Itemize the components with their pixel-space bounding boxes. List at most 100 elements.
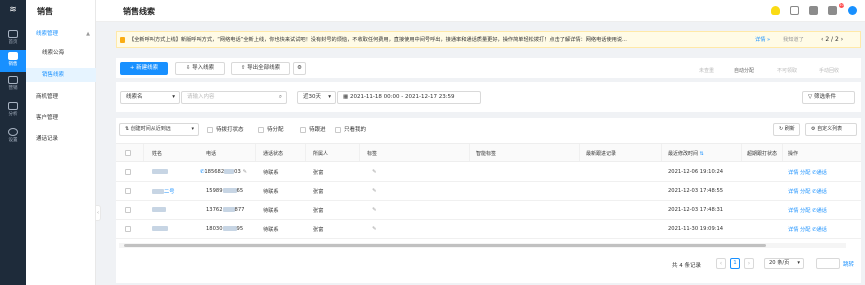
quick-filter-mine[interactable]: 只看我的 [335, 125, 366, 133]
col-name[interactable]: 姓名 [152, 150, 162, 157]
quick-filter-unassigned[interactable]: 待分配 [258, 125, 284, 133]
page-size-select[interactable]: 20 条/页 ▾ [764, 258, 804, 269]
new-lead-button[interactable]: + 新建线索 [120, 62, 168, 75]
quick-filter-pending-call[interactable]: 待拨打状态 [207, 125, 244, 133]
avatar[interactable] [848, 6, 857, 15]
message-icon[interactable] [809, 6, 818, 15]
edit-tags-icon[interactable]: ✎ [372, 169, 376, 175]
edit-tags-icon[interactable]: ✎ [372, 188, 376, 194]
notice-details-link[interactable]: 详情 » [755, 36, 770, 43]
call-link[interactable]: ✆通话 [812, 170, 827, 176]
filter-conditions-button[interactable]: ▽ 筛选条件 [802, 91, 855, 104]
goto-page-button[interactable]: 跳转 [843, 260, 854, 268]
next-icon[interactable]: › [841, 36, 843, 43]
owner: 张富 [313, 208, 324, 214]
submenu-item-lead-pool[interactable]: 线索公海 [26, 46, 96, 60]
submenu-item-call-records[interactable]: 通话记录 [26, 132, 96, 146]
assign-link[interactable]: 分配 [800, 189, 810, 195]
assign-link[interactable]: 分配 [800, 170, 810, 176]
rail-item-sales[interactable]: 销售 [0, 50, 26, 72]
lead-phone: 18030 95 [206, 226, 244, 232]
next-page-button[interactable]: › [744, 258, 754, 269]
details-link[interactable]: 详情 [788, 170, 798, 176]
notice-dismiss-link[interactable]: 我知道了 [783, 36, 804, 43]
task-icon[interactable] [790, 6, 799, 15]
submenu-item-opportunities[interactable]: 商机管理 [26, 90, 96, 104]
checkbox[interactable] [258, 126, 264, 133]
date-range-input[interactable]: ▦ 2021-11-18 00:00 - 2021-12-17 23:59 [337, 91, 481, 104]
edit-tags-icon[interactable]: ✎ [372, 207, 376, 213]
assign-link[interactable]: 分配 [800, 227, 810, 233]
lead-name-link[interactable]: 二号 [152, 188, 174, 195]
rail-item-settings[interactable]: 设置 [0, 126, 26, 148]
submenu-item-customers[interactable]: 客户管理 [26, 111, 96, 125]
notification-icon[interactable] [828, 6, 837, 15]
phone-icon [8, 52, 18, 60]
details-link[interactable]: 详情 [788, 189, 798, 195]
col-latest-follow[interactable]: 最新跟进记录 [586, 150, 616, 157]
col-overdue-status[interactable]: 超期跟打状态 [747, 150, 777, 157]
app-logo-icon: ≋ [9, 5, 17, 15]
lead-name-link[interactable] [152, 207, 166, 213]
col-smart-tags[interactable]: 智能标签 [476, 150, 496, 157]
call-link[interactable]: ✆通话 [812, 208, 827, 214]
submenu-group-leads[interactable]: 线索管理 ▲ [26, 27, 96, 41]
goto-page-input[interactable] [816, 258, 840, 269]
calendar-icon: ▦ [343, 94, 350, 100]
sort-select[interactable]: ⇅ 创建时间从近到远 ▾ [119, 123, 199, 136]
search-input[interactable]: 请输入内容 ⌕ [181, 91, 287, 104]
quick-filter-to-follow[interactable]: 待跟进 [300, 125, 326, 133]
row-checkbox[interactable] [125, 226, 134, 233]
import-leads-button[interactable]: ⇩ 导入线索 [175, 62, 225, 75]
modified-time: 2021-11-30 19:09:14 [668, 226, 724, 232]
field-select[interactable]: 线索名 ▾ [120, 91, 180, 104]
submenu-item-sales-leads[interactable]: 销售线索 [26, 68, 96, 82]
col-modified-time[interactable]: 最近修改时间 ⇅ [668, 150, 704, 157]
export-leads-button[interactable]: ⇧ 导出全部线索 [231, 62, 290, 75]
row-actions: 详情 分配 ✆通话 [788, 188, 827, 195]
refresh-button[interactable]: ↻ 刷新 [773, 123, 800, 136]
bulb-icon[interactable] [771, 6, 780, 15]
details-link[interactable]: 详情 [788, 227, 798, 233]
checkbox[interactable] [300, 126, 306, 133]
prev-page-button[interactable]: ‹ [716, 258, 726, 269]
manual-recycle-action[interactable]: 手动回收 [819, 67, 839, 74]
owner: 张富 [313, 189, 324, 195]
sort-icon[interactable]: ⇅ [698, 151, 704, 157]
prev-icon[interactable]: ‹ [821, 36, 823, 43]
assign-link[interactable]: 分配 [800, 208, 810, 214]
customize-columns-button[interactable]: ⚙ 自定义列表 [805, 123, 857, 136]
rail-item-home[interactable]: 首页 [0, 28, 26, 50]
scrollbar-thumb[interactable] [124, 244, 766, 247]
auto-assign-action[interactable]: 自动分配 [734, 67, 754, 74]
rail-item-analysis[interactable]: 分析 [0, 100, 26, 122]
lead-name-link[interactable] [152, 169, 168, 175]
edit-tags-icon[interactable]: ✎ [372, 226, 376, 232]
row-checkbox[interactable] [125, 207, 134, 214]
collapse-toggle[interactable]: ‹ [95, 205, 101, 221]
page-1-button[interactable]: 1 [730, 258, 740, 269]
checkbox[interactable] [335, 126, 341, 133]
checkbox[interactable] [207, 126, 213, 133]
dedupe-action[interactable]: 未查重 [699, 67, 714, 74]
details-link[interactable]: 详情 [788, 208, 798, 214]
col-actions: 操作 [788, 151, 799, 157]
col-phone[interactable]: 电话 [206, 150, 216, 157]
page-title: 销售线索 [123, 7, 155, 16]
select-all-checkbox[interactable] [125, 150, 134, 157]
redacted-block [152, 169, 168, 174]
col-call-status[interactable]: 通话状态 [263, 150, 283, 157]
row-checkbox[interactable] [125, 188, 134, 195]
call-link[interactable]: ✆通话 [812, 227, 827, 233]
unclaimable-action[interactable]: 不可领取 [777, 67, 797, 74]
date-range-select[interactable]: 近30天 ▾ [297, 91, 336, 104]
lead-name-link[interactable] [152, 226, 168, 232]
col-owner[interactable]: 所属人 [313, 150, 328, 157]
call-link[interactable]: ✆通话 [812, 189, 827, 195]
rail-item-marketing[interactable]: 营销 [0, 74, 26, 96]
row-checkbox[interactable] [125, 169, 134, 176]
toolbar-settings-button[interactable]: ⚙ [293, 62, 306, 75]
edit-icon[interactable]: ✎ [242, 169, 246, 175]
horizontal-scrollbar[interactable] [119, 243, 846, 248]
col-tags[interactable]: 标签 [367, 150, 377, 157]
